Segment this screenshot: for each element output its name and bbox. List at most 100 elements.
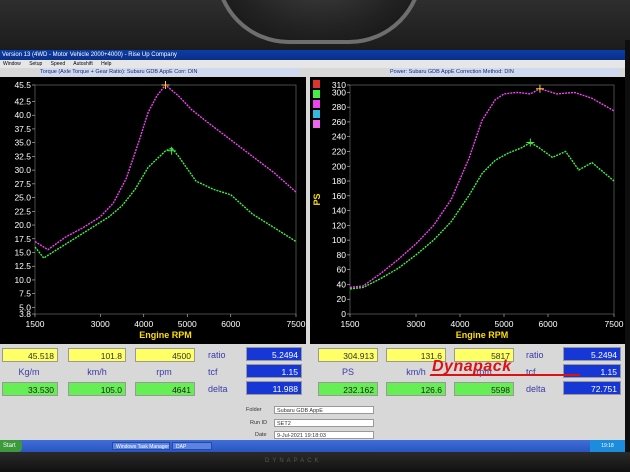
delta-value: 11.988 — [246, 381, 302, 395]
x-axis-label: Engine RPM — [139, 330, 192, 340]
menu-item-help[interactable]: Help — [101, 61, 111, 67]
y-tick-label: 22.5 — [14, 206, 31, 216]
y-tick-label: 42.5 — [14, 96, 31, 106]
speed-unit-label: km/h — [87, 367, 107, 377]
y-tick-label: 27.5 — [14, 179, 31, 189]
date-label: Date — [255, 432, 267, 438]
x-tick-label: 4000 — [451, 319, 470, 329]
menu-item-window[interactable]: Window — [3, 61, 21, 67]
y-tick-label: 45.5 — [14, 80, 31, 90]
y-tick-label: 40.0 — [14, 110, 31, 120]
x-tick-label: 7500 — [605, 319, 624, 329]
x-tick-label: 3000 — [407, 319, 426, 329]
logo-underline — [429, 374, 581, 376]
delta-label-right: delta — [526, 384, 546, 394]
power-peak-value: 304.913 — [318, 348, 378, 362]
folder-field[interactable]: Subaru GDB AppE — [274, 406, 374, 414]
y-axis-label: PS — [312, 193, 322, 205]
x-tick-label: 6000 — [539, 319, 558, 329]
window-title: Version 13 (4WD - Motor Vehicle 2000+400… — [0, 50, 625, 60]
x-axis-label: Engine RPM — [456, 330, 509, 340]
run-id-label: Run ID — [250, 420, 268, 426]
y-tick-label: 12.5 — [14, 261, 31, 271]
torque-chart-header: Torque (Axle Torque + Gear Ratio): Subar… — [40, 68, 300, 76]
x-tick-label: 7500 — [287, 319, 306, 329]
rpm-second-value-right: 5598 — [454, 382, 514, 396]
x-tick-label: 5000 — [178, 319, 197, 329]
start-button[interactable]: Start — [0, 440, 22, 452]
x-tick-label: 3000 — [91, 319, 110, 329]
folder-label: Folder — [246, 407, 262, 413]
dap-task-button[interactable]: DAP — [172, 442, 212, 450]
y-tick-label: 220 — [332, 146, 346, 156]
torque-second-value: 33.530 — [2, 382, 58, 396]
x-tick-label: 1500 — [341, 319, 360, 329]
y-tick-label: 120 — [332, 220, 346, 230]
menu-item-speed[interactable]: Speed — [51, 61, 65, 67]
taskbar — [0, 440, 625, 452]
delta-value-right: 72.751 — [563, 381, 621, 395]
torque-unit-label: Kg/m — [18, 367, 40, 377]
tcf-label-right: tcf — [526, 367, 536, 377]
power-unit-label: PS — [341, 367, 354, 377]
plot-frame — [34, 84, 297, 315]
y-tick-label: 37.5 — [14, 124, 31, 134]
speed-at-torque-peak: 101.8 — [68, 348, 126, 362]
legend-swatch — [313, 100, 320, 108]
torque-chart: 45.5 42.5 40.0 37.5 35.0 32.5 30.0 27.5 25.0 22.5… — [0, 77, 306, 344]
y-tick-label: 180 — [332, 176, 346, 186]
series-line-0 — [349, 87, 615, 289]
task-manager-button[interactable]: Windows Task Manager — [112, 442, 170, 450]
legend-swatch — [313, 90, 320, 98]
y-tick-label: 200 — [332, 161, 346, 171]
rpm-unit-label: rpm — [156, 367, 172, 377]
menu-item-autoshift[interactable]: Autoshift — [73, 61, 92, 67]
y-tick-label: 80 — [337, 250, 347, 260]
y-tick-label: 20 — [337, 294, 347, 304]
monitor-screen: Version 13 (4WD - Motor Vehicle 2000+400… — [0, 50, 625, 452]
y-tick-label: 15.0 — [14, 247, 31, 257]
torque-chart-svg: 45.5 42.5 40.0 37.5 35.0 32.5 30.0 27.5 25.0 22.5… — [14, 80, 306, 340]
y-tick-label: 140 — [332, 206, 346, 216]
legend-swatch — [313, 110, 320, 118]
y-tick-label: 160 — [332, 191, 346, 201]
power-chart: 310 300 280 260 240 220 200 180 160 140 120 100 80 60… — [310, 77, 625, 344]
y-tick-label: 280 — [332, 102, 346, 112]
ratio-value: 5.2494 — [246, 347, 302, 361]
y-tick-label: 10.0 — [14, 275, 31, 285]
y-tick-label: 25.0 — [14, 193, 31, 203]
menu-item-setup[interactable]: Setup — [29, 61, 42, 67]
y-tick-label: 30.0 — [14, 165, 31, 175]
series-line-1 — [34, 147, 297, 259]
y-tick-label: 35.0 — [14, 138, 31, 148]
y-tick-label: 0 — [341, 309, 346, 319]
date-field: 9-Jul-2021 19:18:03 — [274, 431, 374, 439]
rpm-second-value: 4641 — [135, 382, 195, 396]
legend-swatch — [313, 120, 320, 128]
x-tick-label: 6000 — [221, 319, 240, 329]
y-tick-label: 3.8 — [19, 309, 31, 319]
delta-label: delta — [208, 384, 228, 394]
speed-second-value: 105.0 — [68, 382, 126, 396]
menu-bar: Window Setup Speed Autoshift Help — [0, 60, 625, 68]
tcf-label: tcf — [208, 367, 218, 377]
power-chart-header: Power: Subaru GDB AppE Correction Method… — [390, 68, 620, 76]
x-tick-label: 4000 — [134, 319, 153, 329]
y-tick-label: 17.5 — [14, 234, 31, 244]
x-tick-label: 5000 — [495, 319, 514, 329]
y-tick-label: 32.5 — [14, 151, 31, 161]
torque-peak-value: 45.518 — [2, 348, 58, 362]
y-tick-label: 260 — [332, 117, 346, 127]
y-tick-label: 100 — [332, 235, 346, 245]
power-chart-svg: 3103002802602402202001801601401201008060… — [312, 80, 624, 340]
y-tick-label: 7.5 — [19, 289, 31, 299]
power-second-value: 232.162 — [318, 382, 378, 396]
legend-swatch — [313, 80, 320, 88]
y-tick-label: 300 — [332, 87, 346, 97]
speed-second-value-right: 126.6 — [386, 382, 446, 396]
series-line-0 — [34, 84, 297, 251]
tcf-value: 1.15 — [246, 364, 302, 378]
run-id-field[interactable]: SET2 — [274, 419, 374, 427]
bezel-brand: DYNAPACK — [265, 458, 322, 464]
y-tick-label: 60 — [337, 265, 347, 275]
